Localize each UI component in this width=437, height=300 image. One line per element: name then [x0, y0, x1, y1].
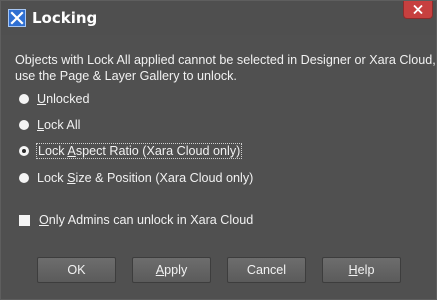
radio-unlocked[interactable]: Unlocked	[19, 90, 90, 108]
radio-lock-aspect-ratio[interactable]: Lock Aspect Ratio (Xara Cloud only)	[19, 142, 243, 160]
description-line-1: Objects with Lock All applied cannot be …	[15, 53, 437, 67]
xara-x-icon	[8, 9, 26, 27]
checkbox-label: Only Admins can unlock in Xara Cloud	[39, 213, 254, 227]
radio-label-unlocked: Unlocked	[37, 92, 90, 106]
radio-lock-all[interactable]: Lock All	[19, 116, 80, 134]
radio-label-lock-aspect-ratio: Lock Aspect Ratio (Xara Cloud only)	[35, 143, 243, 159]
radio-label-lock-size-position: Lock Size & Position (Xara Cloud only)	[37, 171, 254, 185]
dialog-title: Locking	[32, 9, 98, 27]
help-button[interactable]: Help	[322, 257, 401, 283]
checkbox-only-admins[interactable]: Only Admins can unlock in Xara Cloud	[19, 211, 253, 229]
close-button[interactable]	[403, 1, 433, 19]
ok-button[interactable]: OK	[37, 257, 116, 283]
radio-button[interactable]	[19, 120, 29, 130]
radio-button-selected[interactable]	[19, 146, 29, 156]
close-icon	[413, 5, 423, 14]
radio-lock-size-position[interactable]: Lock Size & Position (Xara Cloud only)	[19, 169, 253, 187]
radio-label-lock-all: Lock All	[37, 118, 81, 132]
title-bar[interactable]: Locking	[1, 1, 436, 35]
radio-button[interactable]	[19, 173, 29, 183]
checkbox[interactable]	[19, 214, 30, 226]
radio-button[interactable]	[19, 94, 29, 104]
description-text: Objects with Lock All applied cannot be …	[15, 52, 437, 84]
cancel-button[interactable]: Cancel	[227, 257, 306, 283]
locking-dialog: Locking Objects with Lock All applied ca…	[0, 0, 437, 300]
apply-button[interactable]: Apply	[132, 257, 211, 283]
description-line-2: use the Page & Layer Gallery to unlock.	[15, 69, 237, 83]
